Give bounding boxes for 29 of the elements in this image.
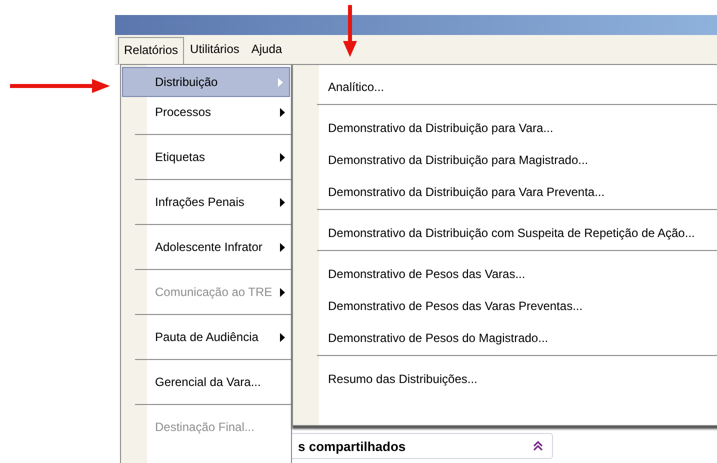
menu-item[interactable]: Demonstrativo da Distribuição para Vara Preventa...: [293, 181, 717, 213]
menu-item[interactable]: Adolescente Infrator: [121, 232, 291, 262]
menu-item[interactable]: Distribuição: [122, 67, 290, 97]
submenu-arrow-icon: [280, 198, 285, 206]
submenu-arrow-icon: [280, 332, 285, 342]
section-title: s compartilhados: [298, 438, 407, 454]
menu-item[interactable]: Demonstrativo de Pesos das Varas Preventas...: [293, 295, 717, 327]
menu-bar-item[interactable]: Utilitários: [184, 36, 246, 64]
menu-bar-item[interactable]: Relatórios: [118, 37, 184, 64]
menu-item[interactable]: Resumo das Distribuições...: [293, 368, 717, 400]
submenu-arrow-icon: [280, 152, 285, 162]
menu-item[interactable]: Demonstrativo da Distribuição com Suspeita de Repetição de Ação...: [293, 222, 717, 254]
menu-item[interactable]: Analítico...: [293, 76, 717, 108]
menu-item[interactable]: Pauta de Audiência: [121, 322, 291, 352]
submenu-arrow-icon: [280, 242, 285, 252]
submenu-arrow-icon: [280, 288, 285, 296]
menu-item[interactable]: Demonstrativo da Distribuição para Magistrado...: [293, 149, 717, 181]
menu-bar-item[interactable]: Ajuda: [245, 36, 288, 64]
menu-item[interactable]: Demonstrativo da Distribuição para Vara...: [293, 117, 717, 149]
collapse-icon[interactable]: [532, 440, 544, 452]
menu-item[interactable]: Etiquetas: [121, 142, 291, 172]
menu-item[interactable]: Gerencial da Vara...: [121, 367, 291, 397]
menu-item[interactable]: Demonstrativo de Pesos das Varas...: [293, 263, 717, 295]
submenu-arrow-icon: [280, 108, 285, 116]
annotation-arrow: [343, 5, 357, 57]
menu-item[interactable]: Demonstrativo de Pesos do Magistrado...: [293, 327, 717, 359]
submenu-arrow-icon: [278, 78, 283, 86]
menu-item[interactable]: Infrações Penais: [121, 187, 291, 217]
menu-item[interactable]: Processos: [121, 97, 291, 127]
